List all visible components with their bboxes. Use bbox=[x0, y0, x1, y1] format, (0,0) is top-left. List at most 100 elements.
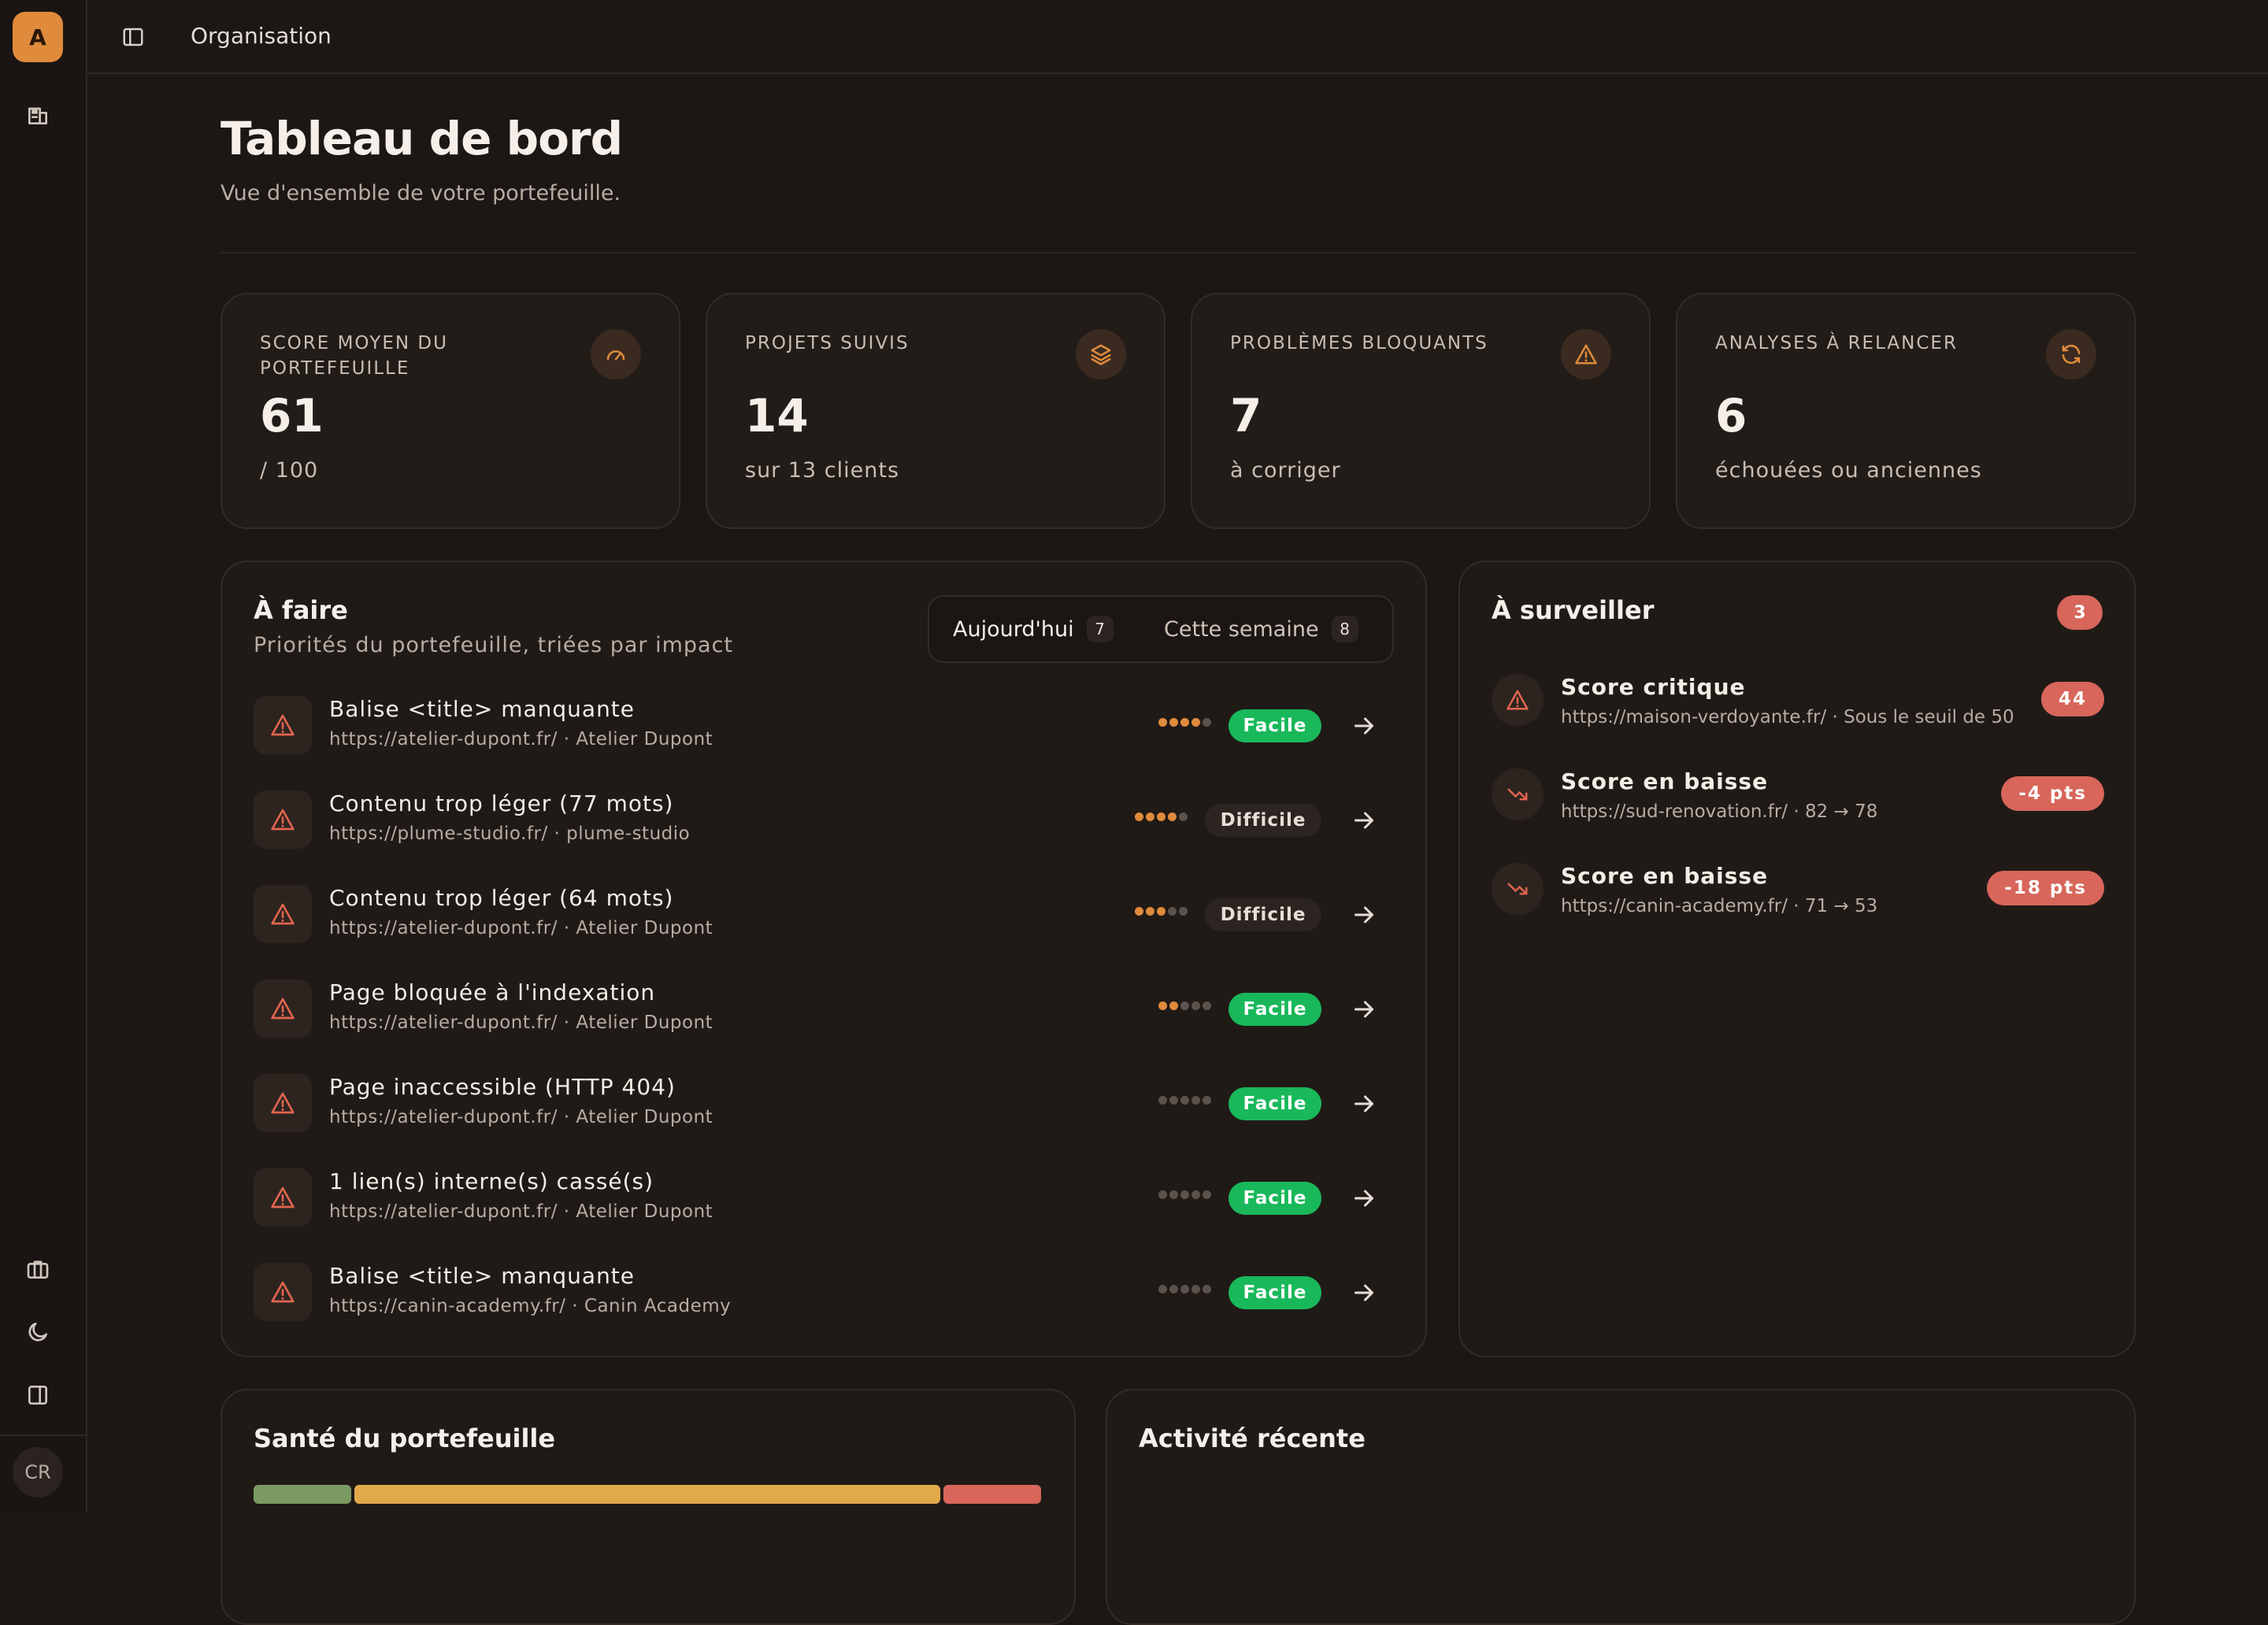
impact-dot bbox=[1146, 812, 1154, 821]
warning-icon bbox=[254, 1074, 312, 1132]
arrow-right-icon[interactable] bbox=[1350, 901, 1378, 929]
warning-icon bbox=[1561, 329, 1611, 379]
activity-panel: Activité récente bbox=[1106, 1389, 2136, 1625]
arrow-right-icon[interactable] bbox=[1350, 712, 1378, 740]
watch-item-title: Score en baisse bbox=[1561, 768, 1769, 794]
watch-item-title: Score en baisse bbox=[1561, 863, 1769, 889]
todo-panel: À faire Priorités du portefeuille, triée… bbox=[220, 561, 1427, 1357]
impact-dot bbox=[1179, 907, 1188, 916]
impact-dot bbox=[1180, 718, 1189, 727]
stat-card-score: Score moyen du portefeuille 61 / 100 bbox=[220, 293, 680, 529]
health-segment bbox=[254, 1485, 351, 1504]
todo-item-url: https://atelier-dupont.fr/ · Atelier Dup… bbox=[329, 1201, 713, 1222]
impact-dots bbox=[1158, 1190, 1211, 1199]
sidebar-divider bbox=[0, 1434, 87, 1436]
stat-label: Problèmes bloquants bbox=[1230, 333, 1488, 354]
difficulty-badge: Facile bbox=[1228, 993, 1321, 1026]
impact-dot bbox=[1180, 1096, 1189, 1105]
impact-dot bbox=[1157, 907, 1166, 916]
todo-item-title: 1 lien(s) interne(s) cassé(s) bbox=[329, 1168, 654, 1194]
impact-dot bbox=[1203, 1190, 1211, 1199]
impact-dot bbox=[1158, 1285, 1167, 1294]
panel-icon[interactable] bbox=[19, 1376, 57, 1414]
user-avatar[interactable]: CR bbox=[13, 1447, 63, 1497]
sidebar-toggle-icon[interactable] bbox=[114, 18, 152, 56]
sidebar: A CR bbox=[0, 0, 87, 1512]
impact-dot bbox=[1146, 907, 1154, 916]
difficulty-badge: Facile bbox=[1228, 1087, 1321, 1120]
buildings-icon[interactable] bbox=[19, 96, 57, 134]
todo-item-url: https://atelier-dupont.fr/ · Atelier Dup… bbox=[329, 1107, 713, 1127]
refresh-icon bbox=[2046, 329, 2096, 379]
todo-item[interactable]: 1 lien(s) interne(s) cassé(s) https://ate… bbox=[254, 1162, 1397, 1233]
difficulty-badge: Facile bbox=[1228, 709, 1321, 742]
watch-item-detail: https://sud-renovation.fr/ · 82 → 78 bbox=[1561, 801, 1878, 822]
health-title: Santé du portefeuille bbox=[254, 1423, 556, 1453]
todo-item[interactable]: Balise <title> manquante https://canin-ac… bbox=[254, 1257, 1397, 1327]
difficulty-badge: Difficile bbox=[1205, 898, 1321, 931]
watch-item-badge: -18 pts bbox=[1987, 871, 2104, 905]
stat-card-blocking: Problèmes bloquants 7 à corriger bbox=[1191, 293, 1651, 529]
tab-label: Aujourd'hui bbox=[953, 616, 1074, 642]
stat-value: 7 bbox=[1230, 389, 1262, 442]
stat-label: Score moyen du portefeuille bbox=[260, 333, 448, 379]
briefcase-icon[interactable] bbox=[19, 1250, 57, 1288]
tab-count: 7 bbox=[1086, 616, 1114, 642]
impact-dot bbox=[1203, 1096, 1211, 1105]
todo-item-url: https://plume-studio.fr/ · plume-studio bbox=[329, 824, 691, 844]
arrow-right-icon[interactable] bbox=[1350, 806, 1378, 835]
activity-title: Activité récente bbox=[1139, 1423, 1366, 1453]
stat-sub: échouées ou anciennes bbox=[1715, 458, 1982, 483]
impact-dot bbox=[1135, 812, 1143, 821]
health-bar bbox=[254, 1485, 1041, 1504]
todo-item-title: Balise <title> manquante bbox=[329, 696, 636, 722]
arrow-right-icon[interactable] bbox=[1350, 1184, 1378, 1212]
impact-dot bbox=[1169, 1285, 1178, 1294]
todo-tabs: Aujourd'hui 7 Cette semaine 8 bbox=[928, 595, 1394, 663]
todo-item[interactable]: Page inaccessible (HTTP 404) https://atel… bbox=[254, 1068, 1397, 1138]
todo-title: À faire bbox=[254, 595, 348, 625]
warning-icon bbox=[1492, 674, 1544, 726]
todo-item-url: https://canin-academy.fr/ · Canin Academ… bbox=[329, 1296, 732, 1316]
tab-count: 8 bbox=[1331, 616, 1358, 642]
impact-dots bbox=[1158, 1096, 1211, 1105]
arrow-right-icon[interactable] bbox=[1350, 1279, 1378, 1307]
gauge-icon bbox=[591, 329, 641, 379]
watch-item[interactable]: Score critique https://maison-verdoyante.… bbox=[1492, 668, 2104, 738]
moon-icon[interactable] bbox=[19, 1313, 57, 1351]
arrow-right-icon[interactable] bbox=[1350, 1090, 1378, 1118]
todo-item[interactable]: Contenu trop léger (77 mots) https://plum… bbox=[254, 784, 1397, 855]
difficulty-badge: Difficile bbox=[1205, 804, 1321, 837]
layers-icon bbox=[1076, 329, 1126, 379]
watch-item-detail: https://maison-verdoyante.fr/ · Sous le … bbox=[1561, 707, 2014, 727]
todo-item[interactable]: Balise <title> manquante https://atelier-… bbox=[254, 690, 1397, 761]
warning-icon bbox=[254, 979, 312, 1038]
impact-dot bbox=[1169, 1001, 1178, 1010]
impact-dots bbox=[1135, 907, 1188, 916]
todo-item[interactable]: Page bloquée à l'indexation https://ateli… bbox=[254, 973, 1397, 1044]
todo-item[interactable]: Contenu trop léger (64 mots) https://atel… bbox=[254, 879, 1397, 949]
impact-dots bbox=[1158, 1001, 1211, 1010]
breadcrumb[interactable]: Organisation bbox=[191, 23, 332, 49]
impact-dot bbox=[1158, 718, 1167, 727]
arrow-right-icon[interactable] bbox=[1350, 995, 1378, 1023]
todo-item-title: Contenu trop léger (64 mots) bbox=[329, 885, 674, 911]
difficulty-badge: Facile bbox=[1228, 1182, 1321, 1215]
health-segment bbox=[943, 1485, 1041, 1504]
app-logo[interactable]: A bbox=[13, 12, 63, 62]
tab-today[interactable]: Aujourd'hui 7 bbox=[953, 606, 1114, 652]
stat-sub: / 100 bbox=[260, 458, 319, 483]
watch-item[interactable]: Score en baisse https://canin-academy.fr/… bbox=[1492, 857, 2104, 927]
todo-item-url: https://atelier-dupont.fr/ · Atelier Dup… bbox=[329, 729, 713, 750]
health-panel: Santé du portefeuille bbox=[220, 1389, 1076, 1625]
impact-dot bbox=[1169, 718, 1178, 727]
watch-item[interactable]: Score en baisse https://sud-renovation.fr… bbox=[1492, 762, 2104, 833]
tab-this-week[interactable]: Cette semaine 8 bbox=[1164, 606, 1358, 652]
stat-value: 14 bbox=[745, 389, 809, 442]
watch-item-title: Score critique bbox=[1561, 674, 1746, 700]
watch-count-badge: 3 bbox=[2057, 595, 2103, 630]
todo-item-title: Page bloquée à l'indexation bbox=[329, 979, 656, 1005]
watch-item-badge: 44 bbox=[2040, 682, 2104, 716]
stat-label: Analyses à relancer bbox=[1715, 333, 1958, 354]
impact-dot bbox=[1203, 1001, 1211, 1010]
